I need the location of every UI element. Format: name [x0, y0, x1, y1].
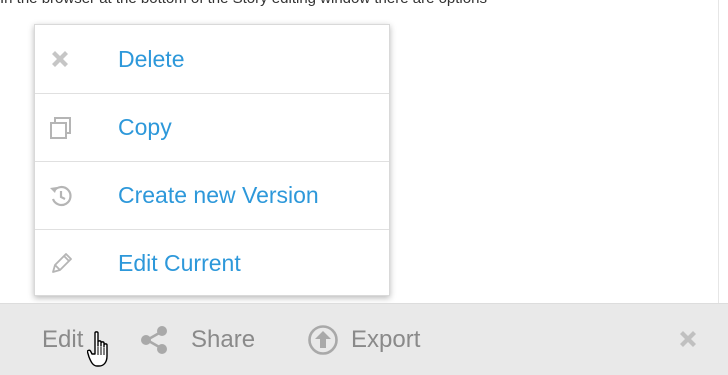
menu-item-label: Edit Current [118, 250, 241, 276]
pencil-icon [48, 249, 98, 279]
share-button[interactable]: Share [139, 304, 255, 375]
history-icon [48, 181, 98, 211]
close-x-icon [676, 327, 702, 353]
menu-item-label: Copy [118, 114, 172, 140]
share-icon [139, 325, 175, 355]
edit-label: Edit [42, 325, 84, 353]
export-label: Export [351, 325, 421, 353]
close-x-icon [48, 44, 98, 74]
edit-dropdown-menu: Delete Copy Create new Version Edit Curr… [34, 24, 390, 296]
menu-item-create-new-version[interactable]: Create new Version [35, 161, 389, 229]
menu-item-label: Delete [118, 45, 185, 72]
export-button[interactable]: Export [307, 304, 420, 375]
panel-divider [718, 0, 719, 303]
export-icon [307, 324, 341, 356]
copy-icon [48, 113, 98, 143]
share-label: Share [191, 325, 256, 353]
edit-button[interactable]: Edit [42, 304, 83, 375]
partial-instruction-text: In the browser at the bottom of the Stor… [0, 0, 728, 8]
menu-item-label: Create new Version [118, 182, 319, 208]
menu-item-edit-current[interactable]: Edit Current [35, 229, 389, 297]
bottom-toolbar: Edit Share Export [0, 303, 728, 375]
menu-item-delete[interactable]: Delete [35, 25, 389, 93]
close-button[interactable] [676, 304, 702, 375]
menu-item-copy[interactable]: Copy [35, 93, 389, 161]
